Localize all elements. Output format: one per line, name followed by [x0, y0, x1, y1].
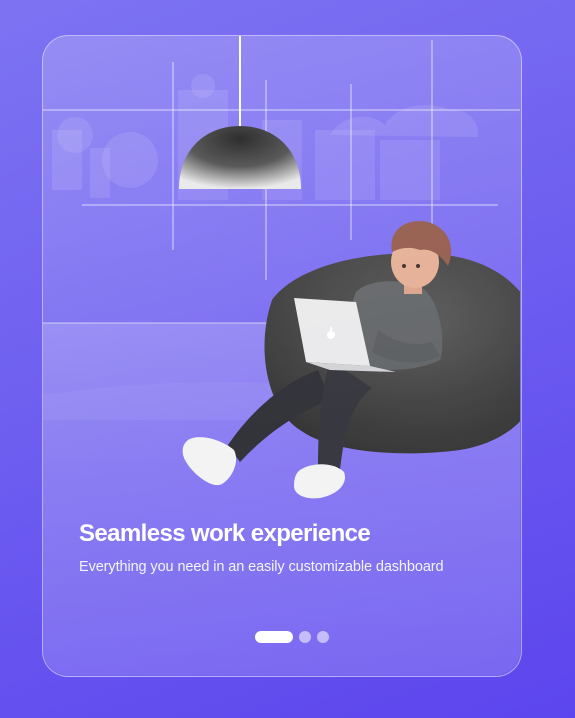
- onboarding-title: Seamless work experience: [79, 520, 371, 547]
- onboarding-card: Seamless work experience Everything you …: [42, 35, 522, 677]
- onboarding-subtitle: Everything you need in an easily customi…: [79, 559, 444, 575]
- page-indicator-dot-active[interactable]: [255, 631, 293, 643]
- page-indicator-dot[interactable]: [299, 631, 311, 643]
- page-indicator-dot[interactable]: [317, 631, 329, 643]
- onboarding-text: Seamless work experience Everything you …: [79, 520, 499, 576]
- page-indicator: [255, 631, 329, 643]
